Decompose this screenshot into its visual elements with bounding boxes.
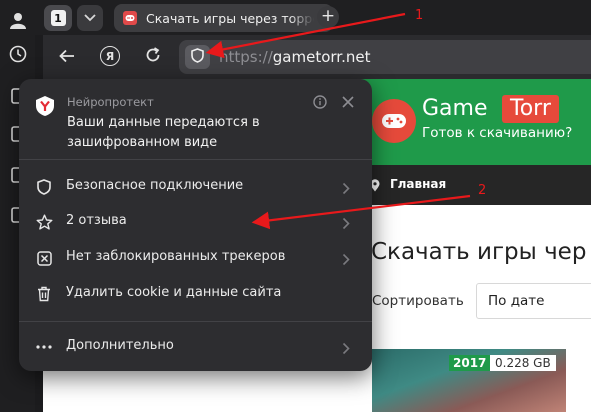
tab-bar: 1 Скачать игры через торрент + bbox=[35, 0, 591, 35]
site-logo-torr[interactable]: Torr bbox=[502, 95, 559, 123]
history-icon[interactable] bbox=[8, 44, 28, 64]
profile-icon[interactable] bbox=[8, 10, 28, 30]
annotation-label-2: 2 bbox=[478, 183, 487, 198]
browser-window: 1 Скачать игры через торрент + Я bbox=[0, 0, 591, 412]
yandex-button[interactable]: Я bbox=[100, 46, 120, 66]
yandex-logo-icon: Я bbox=[105, 49, 115, 63]
size-badge: 0.228 GB bbox=[490, 355, 556, 371]
menu-item-label: Безопасное подключение bbox=[66, 178, 244, 193]
more-dots-icon bbox=[35, 338, 53, 356]
back-button[interactable] bbox=[56, 46, 78, 68]
tracker-block-icon bbox=[35, 249, 53, 267]
site-tagline: Готов к скачиванию? bbox=[422, 125, 573, 141]
tab-count: 1 bbox=[50, 10, 66, 26]
popup-divider bbox=[19, 321, 372, 322]
toolbar: Я https://gametorr.net bbox=[43, 35, 591, 79]
breadcrumb-home[interactable]: Главная bbox=[390, 177, 446, 191]
chevron-right-icon bbox=[342, 215, 352, 230]
menu-item-reviews[interactable]: 2 отзыва bbox=[19, 204, 372, 240]
close-icon[interactable] bbox=[341, 94, 355, 108]
trash-icon bbox=[35, 285, 53, 303]
shield-icon bbox=[35, 178, 53, 196]
menu-item-delete-cookies[interactable]: Удалить cookie и данные сайта bbox=[19, 276, 372, 312]
menu-item-secure-connection[interactable]: Безопасное подключение bbox=[19, 169, 372, 205]
sort-label: Сортировать bbox=[372, 293, 464, 309]
page-title: Скачать игры чер bbox=[371, 239, 587, 265]
chevron-right-icon bbox=[342, 180, 352, 195]
tab-list-button[interactable] bbox=[77, 5, 103, 31]
star-icon bbox=[35, 213, 53, 231]
url-host: gametorr.net bbox=[272, 48, 371, 66]
annotation-label-1: 1 bbox=[415, 8, 424, 23]
plus-icon: + bbox=[320, 6, 336, 26]
popup-divider bbox=[19, 159, 372, 160]
gamepad-icon[interactable] bbox=[372, 99, 416, 143]
reload-button[interactable] bbox=[142, 46, 164, 68]
yandex-browser-logo-icon bbox=[34, 95, 56, 117]
chevron-right-icon bbox=[342, 251, 352, 266]
chevron-down-icon bbox=[84, 12, 96, 25]
info-icon[interactable] bbox=[313, 94, 327, 109]
reload-icon bbox=[145, 47, 161, 67]
menu-item-trackers[interactable]: Нет заблокированных трекеров bbox=[19, 240, 372, 276]
protect-popup: Нейропротект Ваши данные передаются в за… bbox=[19, 79, 372, 371]
url-scheme: https:// bbox=[219, 48, 273, 66]
protect-shield-button[interactable] bbox=[185, 45, 210, 69]
popup-app-name: Нейропротект bbox=[67, 95, 154, 109]
shield-icon bbox=[191, 47, 204, 67]
tab-counter-button[interactable]: 1 bbox=[44, 5, 72, 31]
new-tab-button[interactable]: + bbox=[317, 6, 339, 28]
menu-item-label: 2 отзыва bbox=[66, 213, 127, 228]
menu-item-more[interactable]: Дополнительно bbox=[19, 329, 372, 365]
tab-active[interactable]: Скачать игры через торрент bbox=[114, 4, 333, 32]
sort-select[interactable]: По дате bbox=[476, 283, 591, 319]
url-text: https://gametorr.net bbox=[219, 48, 370, 66]
menu-item-label: Удалить cookie и данные сайта bbox=[66, 285, 282, 300]
arrow-left-icon bbox=[59, 48, 75, 67]
menu-item-label: Нет заблокированных трекеров bbox=[66, 249, 286, 264]
address-bar[interactable]: https://gametorr.net bbox=[179, 40, 591, 74]
menu-item-label: Дополнительно bbox=[66, 338, 174, 353]
popup-message: Ваши данные передаются в зашифрованном в… bbox=[67, 115, 260, 150]
year-badge: 2017 bbox=[449, 355, 491, 371]
site-favicon-icon bbox=[123, 11, 137, 25]
tab-title: Скачать игры через торрент bbox=[146, 10, 314, 26]
site-logo-game[interactable]: Game bbox=[422, 96, 488, 121]
chevron-right-icon bbox=[342, 340, 352, 355]
